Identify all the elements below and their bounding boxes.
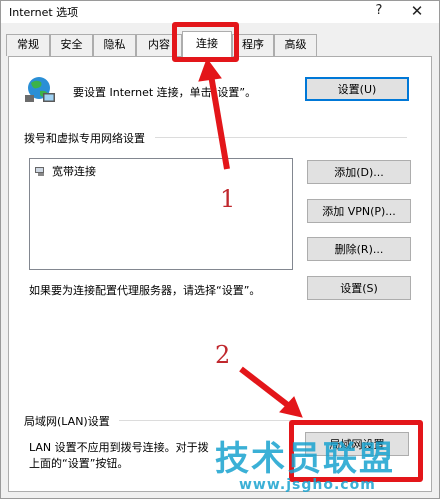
arrow-1-head <box>198 57 222 82</box>
watermark-logo: 技术员联盟 <box>215 439 395 479</box>
arrow-1-line <box>208 74 230 170</box>
internet-options-dialog: Internet 选项 ? ✕ 常规 安全 隐私 内容 连接 程序 高级 要设置… <box>0 0 440 499</box>
arrow-2-line <box>239 366 291 409</box>
annotation-arrows <box>198 57 303 418</box>
annotation-number-2: 2 <box>215 341 231 369</box>
watermark-url: www.jsgho.com <box>239 477 376 493</box>
annotation-number-1: 1 <box>220 185 236 213</box>
